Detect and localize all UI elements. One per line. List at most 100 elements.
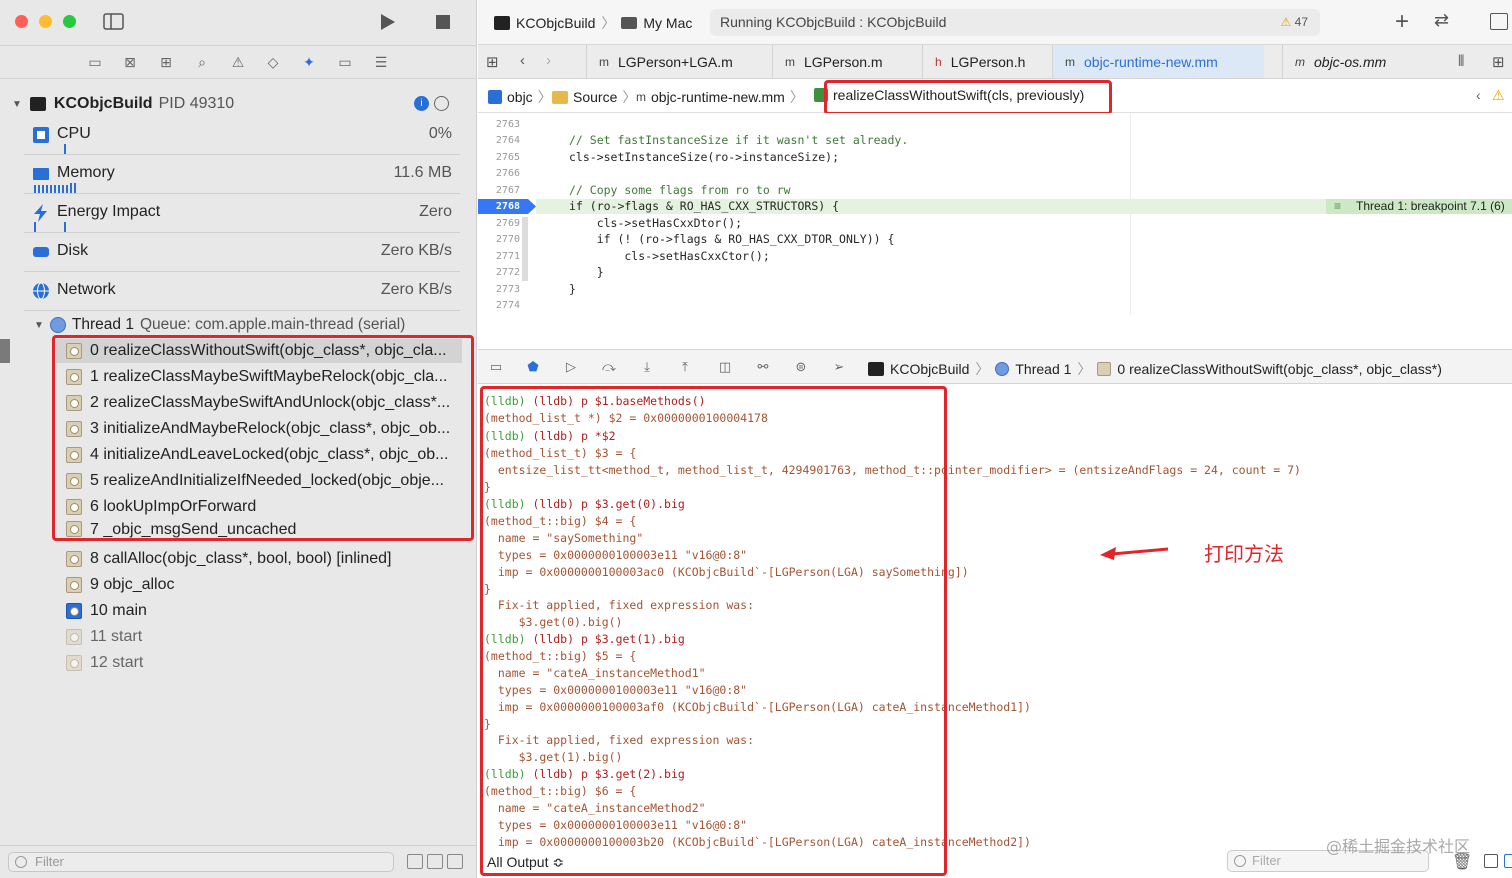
simulate-location-icon[interactable]: ➢ bbox=[830, 359, 848, 375]
minimize-window-button[interactable] bbox=[39, 15, 52, 28]
code-line: // Copy some flags from ro to rw bbox=[569, 183, 791, 197]
close-window-button[interactable] bbox=[15, 15, 28, 28]
frame-label: 10 main bbox=[90, 602, 147, 619]
file-type-icon: m bbox=[599, 54, 609, 69]
gauge-memory[interactable]: Memory 11.6 MB bbox=[24, 155, 460, 194]
hide-debug-area-icon[interactable]: ▭ bbox=[487, 359, 505, 375]
line-number: 2764 bbox=[495, 135, 520, 146]
breadcrumb-file[interactable]: m objc-runtime-new.mm 〉 bbox=[636, 87, 804, 107]
breadcrumb-folder[interactable]: Source 〉 bbox=[552, 87, 636, 107]
breakpoint-icon[interactable]: ▭ bbox=[335, 53, 355, 71]
symbol-icon[interactable]: ⊞ bbox=[156, 53, 176, 71]
warning-badge[interactable]: ⚠ 47 bbox=[1281, 9, 1308, 36]
process-row[interactable]: ▼ KCObjcBuild PID 49310 bbox=[12, 92, 234, 116]
warning-count: 47 bbox=[1294, 15, 1308, 29]
split-view-icon[interactable] bbox=[1484, 854, 1498, 868]
split-view-icon[interactable] bbox=[1504, 854, 1512, 868]
step-over-icon[interactable]: ⤼ bbox=[600, 359, 618, 375]
line-number: 2769 bbox=[495, 218, 520, 229]
navigator-selector-bar: ▭ ⊠ ⊞ ⌕ ⚠ ◇ ✦ ▭ ☰ bbox=[0, 45, 477, 79]
add-editor-icon[interactable]: ⊞ bbox=[1492, 53, 1505, 71]
disclosure-down-icon[interactable]: ▼ bbox=[34, 320, 44, 331]
breakpoints-toggle-icon[interactable]: ⬟ bbox=[524, 359, 542, 375]
source-control-icon[interactable]: ⊠ bbox=[120, 53, 140, 71]
issue-warning-icon[interactable]: ⚠ bbox=[1492, 87, 1505, 104]
step-into-icon[interactable]: ⤓ bbox=[638, 359, 656, 375]
stack-frame[interactable]: 9 objc_alloc bbox=[66, 573, 175, 597]
add-icon[interactable]: + bbox=[1395, 8, 1409, 36]
debug-console[interactable]: (lldb) (lldb) p $1.baseMethods() (method… bbox=[478, 384, 1512, 878]
filter-option-icon[interactable] bbox=[447, 854, 463, 869]
chevron-right-icon: 〉 bbox=[537, 89, 552, 105]
stack-frame[interactable]: 11 start bbox=[66, 625, 142, 649]
chevron-right-icon: 〉 bbox=[1077, 361, 1092, 377]
output-selector[interactable]: All Output ≎ bbox=[487, 854, 564, 871]
environment-overrides-icon[interactable]: ⊜ bbox=[792, 359, 810, 375]
zoom-window-button[interactable] bbox=[63, 15, 76, 28]
process-name: KCObjcBuild bbox=[53, 95, 153, 112]
memory-graph-icon[interactable]: ⚯ bbox=[754, 359, 772, 375]
tab-lgperson-h[interactable]: h LGPerson.h bbox=[922, 45, 1052, 78]
tab-label: objc-runtime-new.mm bbox=[1084, 53, 1218, 70]
disk-icon bbox=[33, 247, 49, 257]
stop-icon[interactable] bbox=[436, 15, 450, 29]
code-fold-ribbon[interactable] bbox=[522, 217, 528, 281]
code-line: if (! (ro->flags & RO_HAS_CXX_DTOR_ONLY)… bbox=[569, 232, 895, 246]
stack-frame[interactable]: 12 start bbox=[66, 651, 143, 675]
back-icon[interactable]: ‹ bbox=[520, 52, 525, 69]
filter-option-icon[interactable] bbox=[407, 854, 423, 869]
stack-frame[interactable]: 10 main bbox=[66, 599, 147, 623]
gauge-cpu[interactable]: CPU 0% bbox=[24, 116, 460, 155]
current-frame-indicator bbox=[0, 339, 10, 363]
gauge-disk[interactable]: Disk Zero KB/s bbox=[24, 233, 460, 272]
step-out-icon[interactable]: ⤒ bbox=[676, 359, 694, 375]
run-icon[interactable] bbox=[380, 13, 396, 31]
breakpoint-annotation[interactable]: ≡ Thread 1: breakpoint 7.1 (6) bbox=[1326, 199, 1512, 214]
disclosure-down-icon[interactable]: ▼ bbox=[12, 99, 22, 110]
info-icon[interactable]: i bbox=[414, 96, 429, 111]
code-review-icon[interactable]: ⇄ bbox=[1434, 10, 1449, 31]
gauge-label: Disk bbox=[57, 242, 89, 259]
filter-option-icon[interactable] bbox=[427, 854, 443, 869]
file-type-icon: m bbox=[636, 90, 646, 104]
thread-view-icon[interactable] bbox=[434, 96, 449, 111]
grid-icon[interactable]: ⊞ bbox=[486, 53, 499, 71]
tab-objc-runtime-new-mm[interactable]: m objc-runtime-new.mm bbox=[1052, 45, 1264, 78]
continue-icon[interactable]: ▷ bbox=[562, 359, 580, 375]
stack-frame[interactable]: 8 callAlloc(objc_class*, bool, bool) [in… bbox=[66, 547, 392, 571]
annotation-label: 打印方法 bbox=[1204, 542, 1284, 566]
breadcrumb-label: objc bbox=[507, 89, 533, 105]
split-editor-icon[interactable]: ⫴ bbox=[1458, 53, 1464, 70]
line-number: 2773 bbox=[495, 284, 520, 295]
tab-lgperson-lga-m[interactable]: m LGPerson+LGA.m bbox=[586, 45, 761, 78]
highlight-box-function bbox=[824, 80, 1112, 115]
test-icon[interactable]: ◇ bbox=[263, 53, 283, 71]
source-editor[interactable]: ≡ Thread 1: breakpoint 7.1 (6) 2763 2764 … bbox=[478, 113, 1512, 315]
filter-field[interactable]: Filter bbox=[8, 852, 394, 872]
chevron-left-icon[interactable]: ‹ bbox=[1476, 87, 1481, 103]
app-icon bbox=[29, 97, 46, 111]
gauge-network[interactable]: Network Zero KB/s bbox=[24, 272, 460, 311]
report-icon[interactable]: ☰ bbox=[371, 53, 391, 71]
chevron-right-icon: 〉 bbox=[975, 361, 990, 377]
user-icon bbox=[66, 603, 82, 619]
gauge-energy[interactable]: Energy Impact Zero bbox=[24, 194, 460, 233]
filter-icon bbox=[1234, 855, 1246, 867]
tab-objc-os-mm[interactable]: m objc-os.mm bbox=[1282, 45, 1432, 78]
debug-icon[interactable]: ✦ bbox=[299, 53, 319, 71]
scheme-selector[interactable]: KCObjcBuild 〉 My Mac bbox=[494, 13, 692, 33]
breadcrumb-project[interactable]: objc 〉 bbox=[488, 87, 552, 107]
highlight-box-frames bbox=[52, 335, 474, 541]
gauge-label: CPU bbox=[57, 125, 91, 142]
forward-icon[interactable]: › bbox=[546, 52, 551, 69]
folder-icon[interactable]: ▭ bbox=[85, 53, 105, 71]
thread-row[interactable]: ▼ Thread 1 Queue: com.apple.main-thread … bbox=[34, 316, 405, 334]
view-debugger-icon[interactable]: ◫ bbox=[716, 359, 734, 375]
sidebar-toggle-icon[interactable] bbox=[103, 13, 124, 30]
search-icon[interactable]: ⌕ bbox=[192, 53, 212, 71]
warning-icon[interactable]: ⚠ bbox=[228, 53, 248, 71]
debug-breadcrumb[interactable]: KCObjcBuild 〉 Thread 1 〉 0 realizeClassW… bbox=[868, 359, 1442, 379]
code-line: } bbox=[569, 282, 576, 296]
inspector-toggle-icon[interactable] bbox=[1490, 13, 1508, 30]
tab-lgperson-m[interactable]: m LGPerson.m bbox=[772, 45, 922, 78]
